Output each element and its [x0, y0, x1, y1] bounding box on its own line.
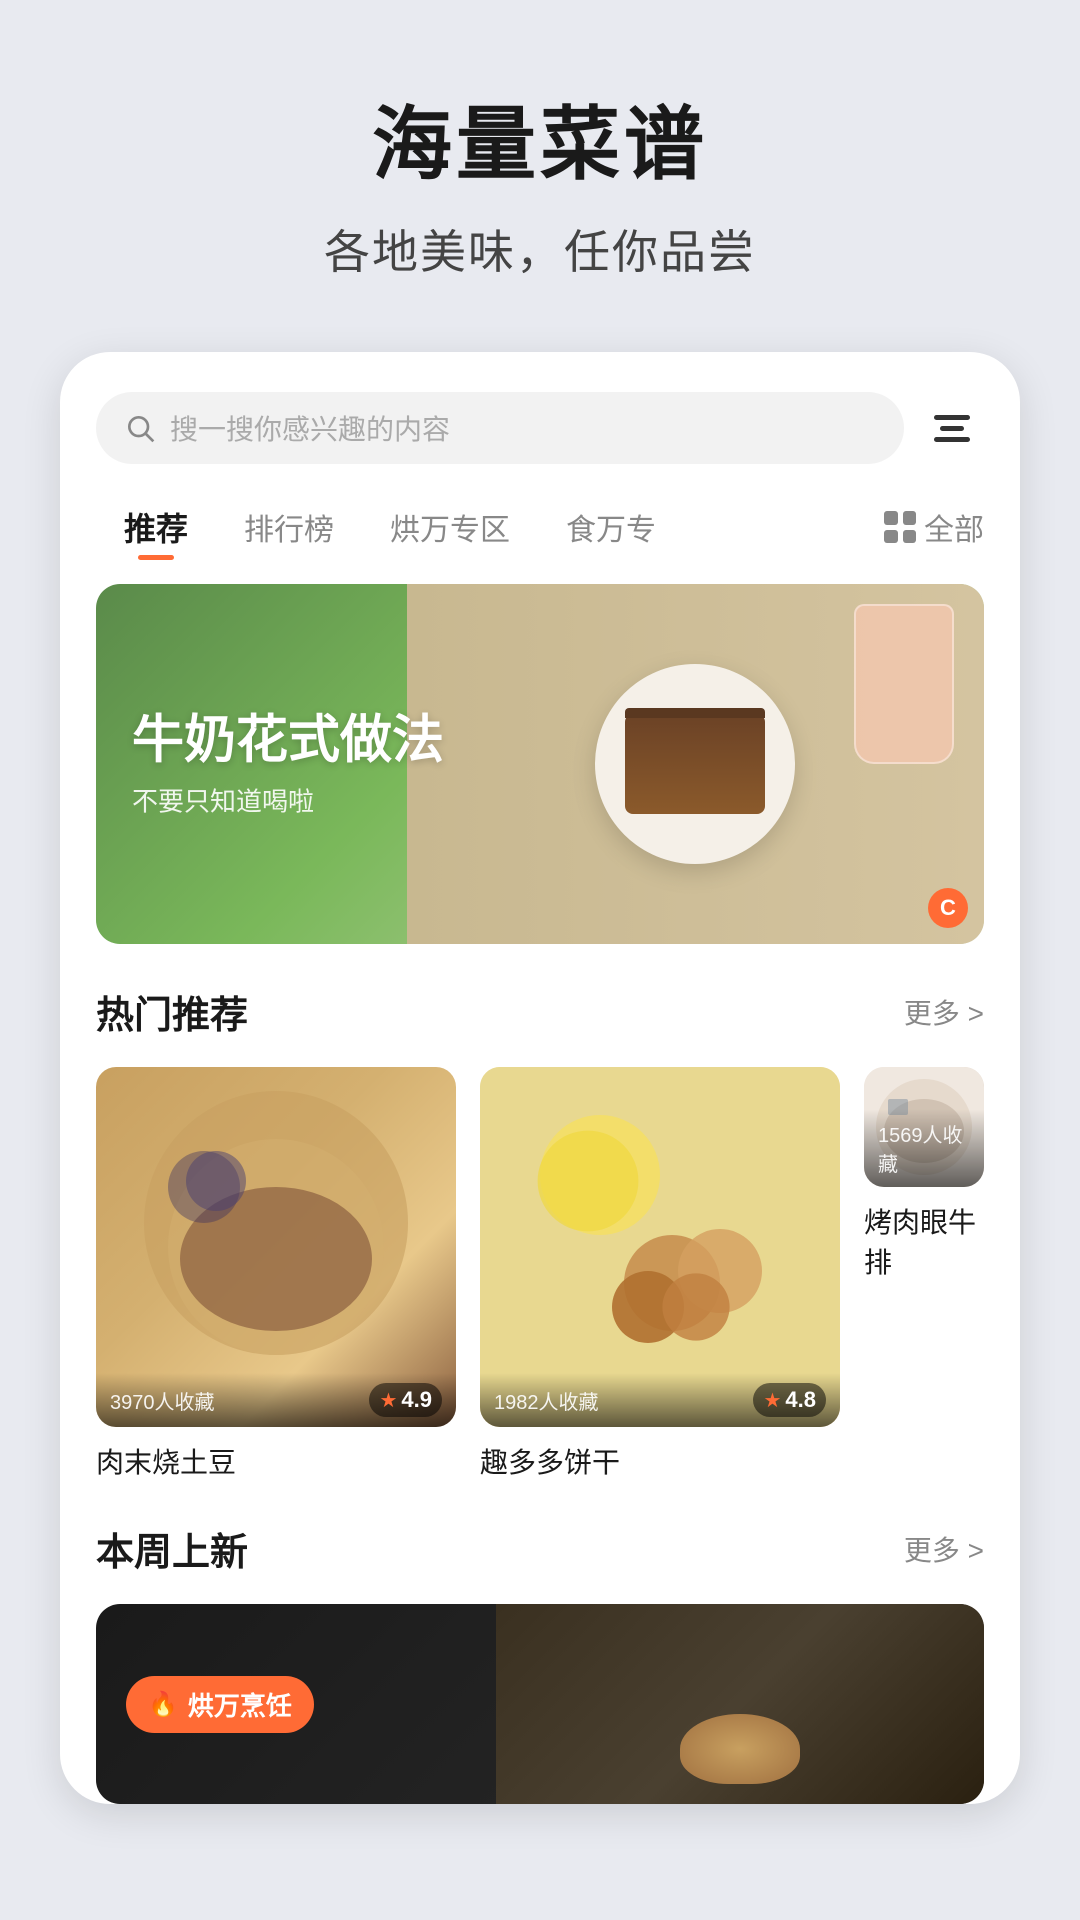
food-card-2-name: 趣多多饼干 — [480, 1441, 840, 1481]
tab-all[interactable]: 全部 — [884, 505, 984, 549]
week-section-header: 本周上新 更多 > — [96, 1521, 984, 1576]
menu-bar-top — [934, 415, 970, 420]
week-badge-text: 烘万烹饪 — [188, 1686, 292, 1723]
food-card-2[interactable]: 1982人收藏 ★ 4.8 趣多多饼干 — [480, 1067, 840, 1481]
week-food-visual — [496, 1604, 984, 1804]
food-card-3-saves: 1569人收藏 — [878, 1119, 970, 1177]
hot-more-button[interactable]: 更多 > — [904, 992, 984, 1032]
food-card-1-overlay: 3970人收藏 ★ 4.9 — [96, 1373, 456, 1427]
food-card-3-overlay: 1569人收藏 — [864, 1109, 984, 1187]
hot-section-header: 热门推荐 更多 > — [96, 984, 984, 1039]
food-card-1-name: 肉末烧土豆 — [96, 1441, 456, 1481]
banner-cake — [625, 714, 765, 814]
banner-glass — [854, 604, 954, 764]
food-card-2-image: 1982人收藏 ★ 4.8 — [480, 1067, 840, 1427]
food-card-2-rating-val: 4.8 — [785, 1387, 816, 1413]
food-card-3-image: 1569人收藏 — [864, 1067, 984, 1187]
food-card-1-saves: 3970人收藏 — [110, 1386, 215, 1415]
food-cards-row: 3970人收藏 ★ 4.9 肉末烧土豆 — [96, 1067, 984, 1481]
menu-bar-bot — [934, 437, 970, 442]
hero-subtitle: 各地美味，任你品尝 — [0, 216, 1080, 282]
week-section-title: 本周上新 — [96, 1521, 248, 1576]
search-row: 搜一搜你感兴趣的内容 — [60, 392, 1020, 464]
nav-tabs: 推荐 排行榜 烘万专区 食万专 全部 — [60, 494, 1020, 560]
week-badge: 🔥 烘万烹饪 — [126, 1676, 314, 1733]
star-icon-2: ★ — [763, 1388, 781, 1413]
menu-icon[interactable] — [920, 396, 984, 460]
food-card-2-rating: ★ 4.8 — [753, 1383, 826, 1417]
banner-subtitle: 不要只知道喝啦 — [132, 782, 444, 819]
week-banner[interactable]: 🔥 烘万烹饪 — [96, 1604, 984, 1804]
food-card-1[interactable]: 3970人收藏 ★ 4.9 肉末烧土豆 — [96, 1067, 456, 1481]
food-card-3[interactable]: 1569人收藏 烤肉眼牛排 — [864, 1067, 984, 1481]
tab-ranking[interactable]: 排行榜 — [216, 495, 362, 559]
banner-plate — [595, 664, 795, 864]
banner-text-content: 牛奶花式做法 不要只知道喝啦 — [132, 709, 444, 818]
search-icon — [124, 412, 156, 444]
week-more-button[interactable]: 更多 > — [904, 1529, 984, 1569]
food-card-1-rating: ★ 4.9 — [369, 1383, 442, 1417]
week-food-bowl — [680, 1714, 800, 1784]
search-placeholder-text: 搜一搜你感兴趣的内容 — [170, 408, 450, 448]
hot-section-title: 热门推荐 — [96, 984, 248, 1039]
tab-baking[interactable]: 烘万专区 — [362, 495, 538, 559]
hero-section: 海量菜谱 各地美味，任你品尝 — [0, 0, 1080, 322]
menu-bar-mid — [940, 426, 964, 431]
food-card-3-name: 烤肉眼牛排 — [864, 1201, 984, 1281]
hot-section: 热门推荐 更多 > 3970人收藏 — [60, 944, 1020, 1481]
banner-title: 牛奶花式做法 — [132, 709, 444, 771]
banner-food-visual — [407, 584, 984, 944]
hero-title: 海量菜谱 — [0, 80, 1080, 196]
food-card-2-overlay: 1982人收藏 ★ 4.8 — [480, 1373, 840, 1427]
fire-icon: 🔥 — [148, 1690, 178, 1719]
search-bar[interactable]: 搜一搜你感兴趣的内容 — [96, 392, 904, 464]
food-card-1-image: 3970人收藏 ★ 4.9 — [96, 1067, 456, 1427]
week-new-section: 本周上新 更多 > 🔥 烘万烹饪 — [60, 1481, 1020, 1804]
star-icon-1: ★ — [379, 1388, 397, 1413]
food-card-1-rating-val: 4.9 — [401, 1387, 432, 1413]
tab-recommended[interactable]: 推荐 — [96, 494, 216, 560]
banner-c-badge: C — [928, 888, 968, 928]
hero-banner[interactable]: 牛奶花式做法 不要只知道喝啦 C — [96, 584, 984, 944]
food-card-2-saves: 1982人收藏 — [494, 1386, 599, 1415]
phone-card: 搜一搜你感兴趣的内容 推荐 排行榜 烘万专区 食万专 全部 — [60, 352, 1020, 1804]
grid-icon — [884, 511, 916, 543]
tab-food[interactable]: 食万专 — [538, 495, 684, 559]
